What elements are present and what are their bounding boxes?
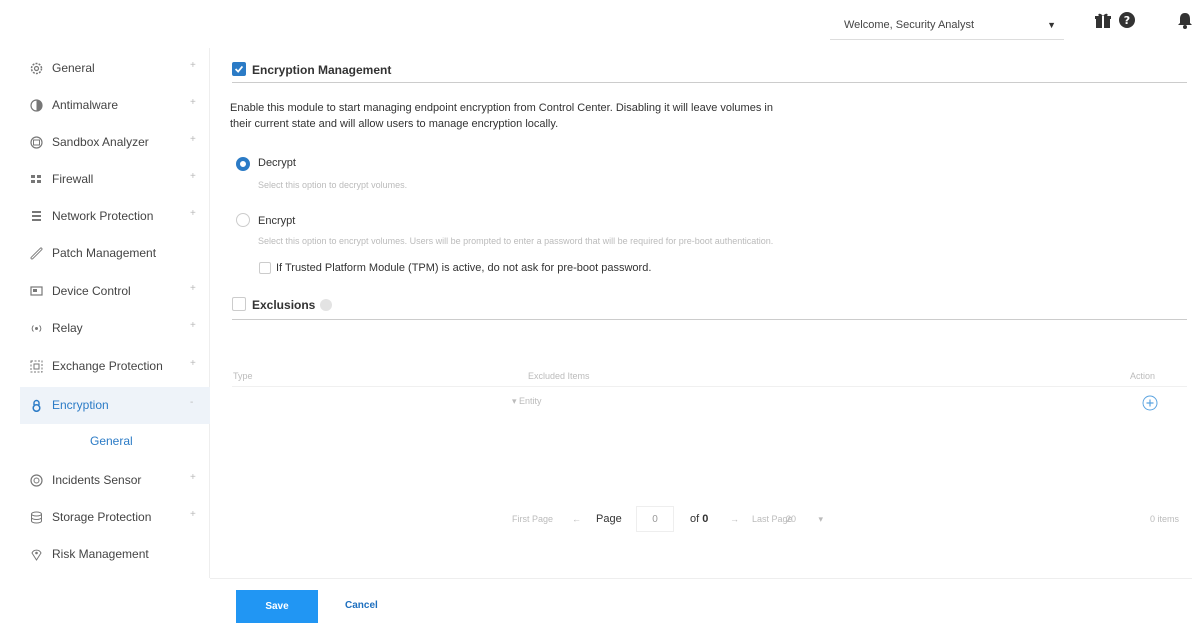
collapse-icon[interactable]: - xyxy=(190,397,193,408)
exchange-icon xyxy=(30,360,43,373)
antimalware-icon xyxy=(30,99,43,112)
sidebar-item-label: Firewall xyxy=(52,172,94,186)
checkmark-icon xyxy=(234,65,244,73)
sidebar-item-patch-management[interactable]: Patch Management xyxy=(20,235,210,272)
sidebar-item-label: Sandbox Analyzer xyxy=(52,135,149,149)
expand-icon[interactable]: + xyxy=(190,97,196,108)
user-menu-dropdown[interactable]: Welcome, Security Analyst ▼ xyxy=(830,14,1064,40)
cancel-button[interactable]: Cancel xyxy=(345,600,378,611)
expand-icon[interactable]: + xyxy=(190,171,196,182)
encrypt-label: Encrypt xyxy=(258,215,296,227)
save-button[interactable]: Save xyxy=(236,590,318,623)
sidebar-item-incidents-sensor[interactable]: Incidents Sensor + xyxy=(20,462,210,499)
sidebar-item-antimalware[interactable]: Antimalware + xyxy=(20,87,210,124)
gear-icon xyxy=(30,62,43,75)
sensor-icon xyxy=(30,474,43,487)
decrypt-label: Decrypt xyxy=(258,157,296,169)
column-header-excluded-items: Excluded Items xyxy=(528,371,590,381)
column-header-action: Action xyxy=(1130,371,1156,381)
risk-icon xyxy=(31,549,42,561)
sidebar-item-label: Relay xyxy=(52,321,83,335)
prev-page-arrow[interactable]: ← xyxy=(572,514,581,524)
chevron-down-icon: ▼ xyxy=(1047,20,1056,30)
add-icon[interactable] xyxy=(1142,395,1158,411)
sidebar-item-device-control[interactable]: Device Control + xyxy=(20,273,210,310)
first-page-link[interactable]: First Page xyxy=(512,514,553,524)
expand-icon[interactable]: + xyxy=(190,208,196,219)
sidebar-item-risk-management[interactable]: Risk Management xyxy=(20,536,210,573)
page-of-label: of 0 xyxy=(690,513,709,525)
entity-placeholder: Entity xyxy=(519,396,542,406)
relay-icon xyxy=(31,325,42,332)
page-number-input[interactable]: 0 xyxy=(636,506,674,532)
sidebar-item-encryption[interactable]: Encryption - xyxy=(20,387,210,424)
sidebar-item-label: Patch Management xyxy=(52,246,157,260)
patch-icon xyxy=(30,247,43,260)
table-divider xyxy=(232,386,1187,387)
encrypt-hint: Select this option to encrypt volumes. U… xyxy=(258,236,774,246)
lock-icon xyxy=(32,399,41,412)
decrypt-hint: Select this option to decrypt volumes. xyxy=(258,180,408,190)
expand-icon[interactable]: + xyxy=(190,509,196,520)
sidebar-item-network-protection[interactable]: Network Protection + xyxy=(20,198,210,235)
sidebar-item-sandbox-analyzer[interactable]: Sandbox Analyzer + xyxy=(20,124,210,161)
encryption-description: Enable this module to start managing end… xyxy=(230,102,773,130)
expand-icon[interactable]: + xyxy=(190,320,196,331)
sidebar-item-label: Incidents Sensor xyxy=(52,473,142,487)
sidebar-item-storage-protection[interactable]: Storage Protection + xyxy=(20,499,210,536)
section-title: Exclusions xyxy=(252,298,316,312)
sidebar-item-label: Antimalware xyxy=(52,98,119,112)
device-icon xyxy=(30,286,43,296)
column-header-type: Type xyxy=(233,371,253,381)
sidebar-item-label: Exchange Protection xyxy=(52,359,163,373)
tpm-checkbox[interactable] xyxy=(259,262,271,274)
page-label: Page xyxy=(596,513,622,525)
expand-icon[interactable]: + xyxy=(190,472,196,483)
expand-icon[interactable]: + xyxy=(190,283,196,294)
encryption-management-checkbox[interactable] xyxy=(232,62,246,76)
sidebar-item-label: Storage Protection xyxy=(52,510,152,524)
notifications-icon[interactable] xyxy=(1176,11,1192,29)
exclusions-checkbox[interactable] xyxy=(232,297,246,311)
entity-input[interactable]: ▾ Entity xyxy=(512,396,542,407)
sidebar-item-label: Encryption xyxy=(52,398,109,412)
encryption-management-header: Encryption Management xyxy=(232,57,1187,83)
svg-text:?: ? xyxy=(1124,14,1130,27)
info-icon[interactable] xyxy=(320,299,332,311)
expand-icon[interactable]: + xyxy=(190,60,196,71)
section-title: Encryption Management xyxy=(252,63,392,77)
top-bar: Welcome, Security Analyst ▼ ? xyxy=(0,0,1192,48)
sidebar-item-label: Network Protection xyxy=(52,209,154,223)
next-page-arrow[interactable]: → xyxy=(730,514,739,524)
sidebar: General + Antimalware + Sandbox Analyzer… xyxy=(0,48,210,578)
page-size-select[interactable]: 20 ▾ xyxy=(786,514,823,525)
decrypt-radio[interactable] xyxy=(236,157,250,171)
sandbox-icon xyxy=(30,136,43,149)
exclusions-header: Exclusions xyxy=(232,290,1187,320)
welcome-text: Welcome, Security Analyst xyxy=(844,19,975,31)
sidebar-item-firewall[interactable]: Firewall + xyxy=(20,161,210,198)
expand-icon[interactable]: + xyxy=(190,358,196,369)
tpm-label: If Trusted Platform Module (TPM) is acti… xyxy=(276,262,652,274)
expand-icon[interactable]: + xyxy=(190,134,196,145)
network-icon xyxy=(32,211,41,221)
firewall-icon xyxy=(31,175,41,183)
sidebar-item-label: Risk Management xyxy=(52,547,149,561)
footer-divider xyxy=(210,578,1192,579)
storage-icon xyxy=(31,511,42,524)
sidebar-item-general[interactable]: General + xyxy=(20,50,210,87)
gift-icon[interactable] xyxy=(1094,11,1112,29)
sidebar-item-label: Device Control xyxy=(52,284,131,298)
sidebar-subitem-label: General xyxy=(90,434,133,448)
items-count: 0 items xyxy=(1150,514,1180,524)
sidebar-item-relay[interactable]: Relay + xyxy=(20,310,210,347)
help-icon[interactable]: ? xyxy=(1118,11,1136,29)
encrypt-radio[interactable] xyxy=(236,213,250,227)
sidebar-item-exchange-protection[interactable]: Exchange Protection + xyxy=(20,348,210,385)
sidebar-item-label: General xyxy=(52,61,95,75)
sidebar-subitem-general[interactable]: General xyxy=(20,425,210,459)
